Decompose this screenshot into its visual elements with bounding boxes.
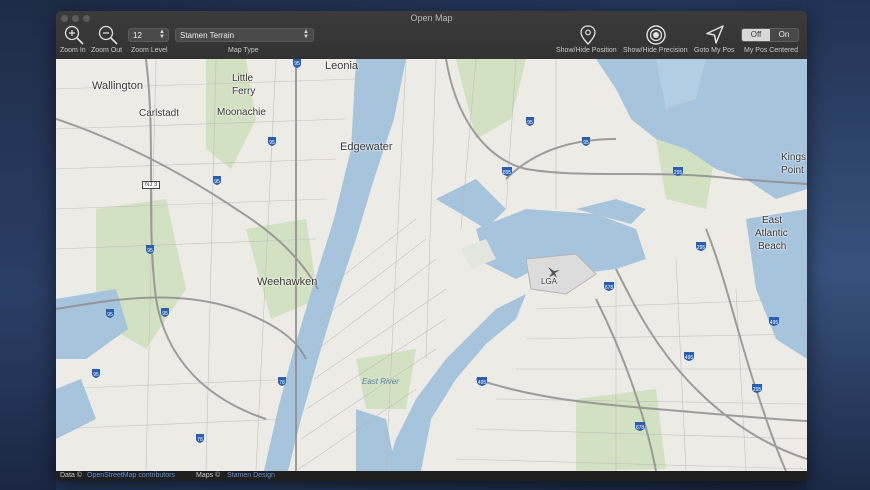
svg-text:95: 95 xyxy=(162,311,168,317)
route-shield-nj3: NJ 3 xyxy=(142,181,161,189)
svg-text:495: 495 xyxy=(770,320,779,326)
stamen-design-link[interactable]: Stamen Design xyxy=(227,471,275,481)
svg-text:95: 95 xyxy=(107,312,113,318)
desktop-background-left xyxy=(0,0,56,490)
show-precision-label: Show/Hide Precision xyxy=(623,47,688,54)
maps-attribution-label: Maps © xyxy=(196,472,221,479)
svg-text:78: 78 xyxy=(279,380,285,386)
map-label-point: Point xyxy=(781,165,804,176)
svg-text:895: 895 xyxy=(503,170,512,176)
app-window: Open Map Zoom In Zoom Out 12 ▲ ▼ Zoom Lev… xyxy=(56,11,807,481)
toggle-on-option[interactable]: On xyxy=(770,29,798,41)
map-label-moonachie: Moonachie xyxy=(217,107,266,118)
show-position-label: Show/Hide Position xyxy=(556,47,617,54)
svg-text:495: 495 xyxy=(478,380,487,386)
zoom-level-label: Zoom Level xyxy=(131,47,168,54)
goto-my-pos-label: Goto My Pos xyxy=(694,47,735,54)
zoom-level-stepper[interactable]: 12 ▲ ▼ xyxy=(128,28,169,42)
map-label-east-river: East River xyxy=(362,377,399,386)
desktop-background-right xyxy=(807,0,870,490)
map-label-kings: Kings xyxy=(781,152,807,163)
map-label-east: East xyxy=(762,215,783,226)
window-title: Open Map xyxy=(410,13,453,23)
map-type-select[interactable]: Stamen Terrain ▲ ▼ xyxy=(175,28,314,42)
zoom-out-label: Zoom Out xyxy=(91,47,123,54)
svg-text:678: 678 xyxy=(636,425,645,431)
svg-text:95: 95 xyxy=(93,372,99,378)
svg-text:295: 295 xyxy=(753,387,762,393)
svg-text:295: 295 xyxy=(674,170,683,176)
map-type-value: Stamen Terrain xyxy=(180,31,235,40)
map-view[interactable]: 95 95 95 95 95 95 95 95 895 295 295 678 … xyxy=(56,59,807,471)
precision-target-icon[interactable] xyxy=(645,24,667,46)
svg-text:495: 495 xyxy=(685,355,694,361)
svg-text:95: 95 xyxy=(583,140,589,146)
toggle-off-option[interactable]: Off xyxy=(742,29,770,41)
svg-text:95: 95 xyxy=(527,120,533,126)
map-type-label: Map Type xyxy=(228,47,259,54)
map-label-beach: Beach xyxy=(758,241,787,252)
location-pin-icon[interactable] xyxy=(578,24,598,46)
svg-text:78: 78 xyxy=(197,437,203,443)
map-label-lga: LGA xyxy=(541,277,558,286)
svg-text:678: 678 xyxy=(605,285,614,291)
zoom-out-icon[interactable] xyxy=(97,24,119,46)
map-label-little: Little xyxy=(232,73,254,84)
svg-text:295: 295 xyxy=(697,245,706,251)
toolbar: Open Map Zoom In Zoom Out 12 ▲ ▼ Zoom Lev… xyxy=(56,11,807,60)
map-label-leonia: Leonia xyxy=(325,60,359,72)
map-label-edgewater: Edgewater xyxy=(340,141,393,153)
zoom-in-icon[interactable] xyxy=(63,24,85,46)
svg-text:95: 95 xyxy=(269,140,275,146)
map-label-weehawken: Weehawken xyxy=(257,276,318,288)
navigation-arrow-icon[interactable] xyxy=(704,24,726,46)
map-label-wallington: Wallington xyxy=(92,80,143,92)
svg-text:95: 95 xyxy=(294,61,300,67)
map-label-carlstadt: Carlstadt xyxy=(139,108,180,119)
zoom-in-label: Zoom In xyxy=(60,47,86,54)
data-attribution-label: Data © xyxy=(60,472,82,479)
osm-contributors-link[interactable]: OpenStreetMap contributors xyxy=(87,471,175,481)
stepper-arrows-icon[interactable]: ▲ ▼ xyxy=(159,29,165,40)
svg-text:95: 95 xyxy=(147,248,153,254)
map-label-ferry: Ferry xyxy=(232,86,256,97)
map-label-atlantic: Atlantic xyxy=(755,228,788,239)
zoom-level-value: 12 xyxy=(133,31,142,40)
pos-centered-toggle[interactable]: Off On xyxy=(741,28,799,42)
pos-centered-label: My Pos Centered xyxy=(744,47,799,54)
map-tiles: 95 95 95 95 95 95 95 95 895 295 295 678 … xyxy=(56,59,807,471)
chevron-updown-icon: ▲ ▼ xyxy=(303,29,309,40)
svg-text:95: 95 xyxy=(214,179,220,185)
attribution-bar: Data © OpenStreetMap contributors Maps ©… xyxy=(56,471,807,481)
